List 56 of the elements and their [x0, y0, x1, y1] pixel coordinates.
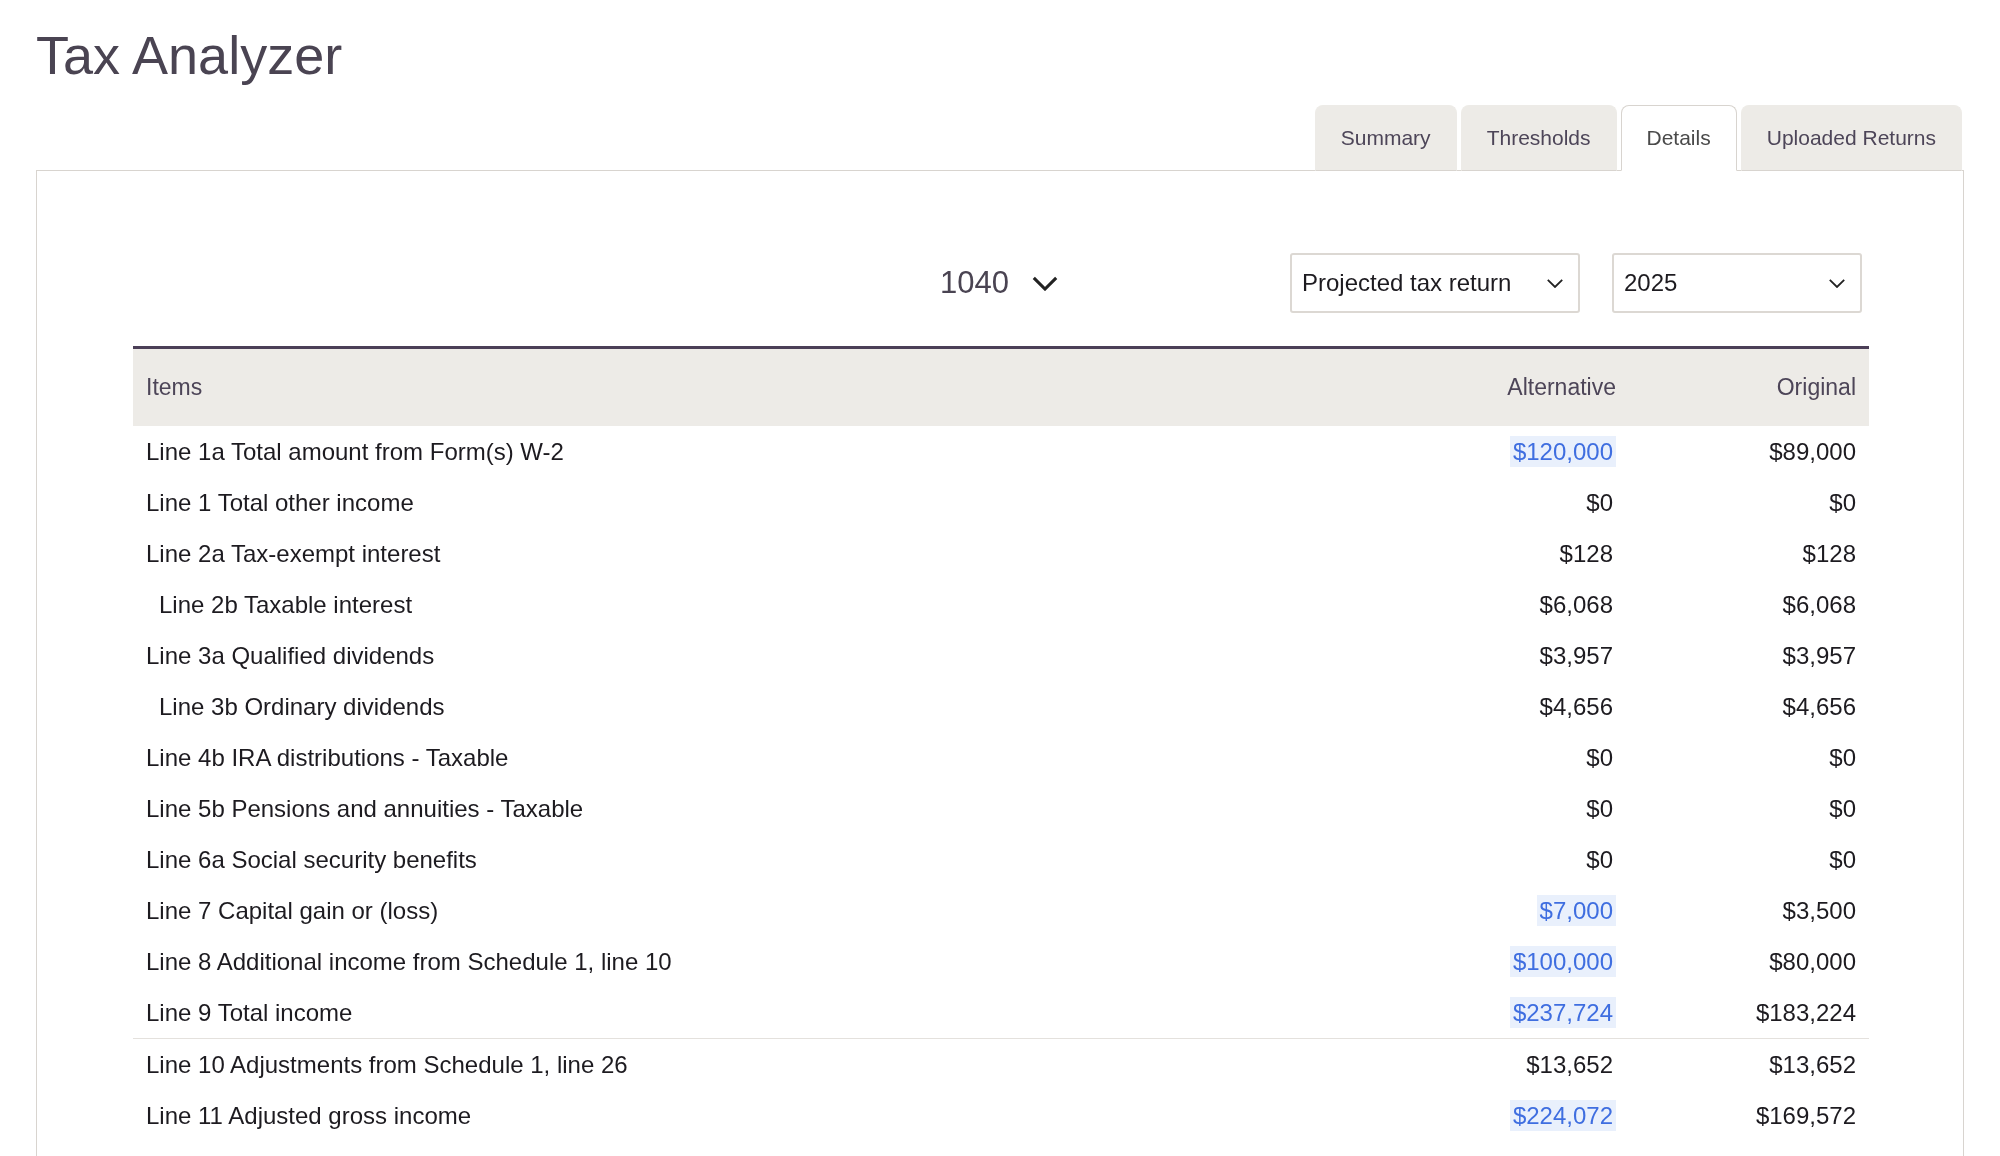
alternative-value: $0	[1585, 793, 1614, 824]
item-label: Line 1a Total amount from Form(s) W-2	[146, 437, 565, 466]
alternative-value: $0	[1585, 742, 1614, 773]
item-label: Line 10 Adjustments from Schedule 1, line 26	[146, 1050, 629, 1079]
original-value: $0	[1828, 487, 1857, 518]
item-label: Line 1 Total other income	[146, 488, 415, 517]
chevron-down-icon	[1030, 274, 1059, 292]
original-value: $4,656	[1781, 691, 1857, 722]
column-header: Original	[1775, 374, 1856, 401]
alternative-value: $0	[1585, 844, 1614, 875]
alternative-value: $224,072	[1509, 1099, 1616, 1131]
tab[interactable]: Uploaded Returns	[1740, 105, 1962, 171]
original-value: $89,000	[1768, 436, 1857, 467]
chevron-down-icon	[1545, 277, 1564, 289]
original-value: $128	[1801, 538, 1857, 569]
original-value: $80,000	[1768, 946, 1857, 977]
alternative-value: $7,000	[1536, 894, 1616, 926]
alternative-value: $120,000	[1509, 435, 1616, 467]
alternative-value: $0	[1585, 487, 1614, 518]
form-selector[interactable]: 1040	[940, 265, 1059, 301]
column-header: Alternative	[1506, 374, 1616, 401]
item-label: Line 11 Adjusted gross income	[146, 1101, 473, 1130]
alternative-value: $3,957	[1538, 640, 1614, 671]
item-label: Line 4b IRA distributions - Taxable	[146, 743, 510, 772]
tab[interactable]: Details	[1620, 105, 1737, 171]
original-value: $13,652	[1768, 1049, 1857, 1080]
original-value: $0	[1828, 844, 1857, 875]
original-value: $0	[1828, 793, 1857, 824]
original-value: $3,957	[1781, 640, 1857, 671]
original-value: $3,500	[1781, 895, 1857, 926]
alternative-value: $13,652	[1525, 1049, 1614, 1080]
item-label: Line 5b Pensions and annuities - Taxable	[146, 794, 585, 823]
column-header: Items	[146, 374, 204, 401]
tab[interactable]: Summary	[1314, 105, 1457, 171]
page-title: Tax Analyzer	[36, 24, 344, 87]
alternative-value: $100,000	[1509, 945, 1616, 977]
item-label: Line 2b Taxable interest	[158, 590, 414, 619]
item-label: Line 3a Qualified dividends	[146, 641, 436, 670]
item-label: Line 2a Tax-exempt interest	[146, 539, 442, 568]
alternative-value: $4,656	[1538, 691, 1614, 722]
original-value: $0	[1828, 742, 1857, 773]
original-value: $169,572	[1754, 1100, 1857, 1131]
alternative-value: $237,724	[1509, 996, 1616, 1028]
item-label: Line 7 Capital gain or (loss)	[146, 896, 440, 925]
item-label: Line 9 Total income	[146, 998, 354, 1027]
tab[interactable]: Thresholds	[1460, 105, 1617, 171]
alternative-value: $6,068	[1538, 589, 1614, 620]
alternative-value: $128	[1558, 538, 1614, 569]
original-value: $183,224	[1754, 997, 1857, 1028]
chevron-down-icon	[1827, 277, 1846, 289]
item-label: Line 3b Ordinary dividends	[158, 692, 446, 721]
original-value: $6,068	[1781, 589, 1857, 620]
year-select[interactable]: 2025	[1611, 253, 1862, 313]
return-type-select[interactable]: Projected tax return	[1289, 253, 1580, 313]
item-label: Line 6a Social security benefits	[146, 845, 478, 874]
item-label: Line 8 Additional income from Schedule 1, line 10	[146, 947, 673, 976]
